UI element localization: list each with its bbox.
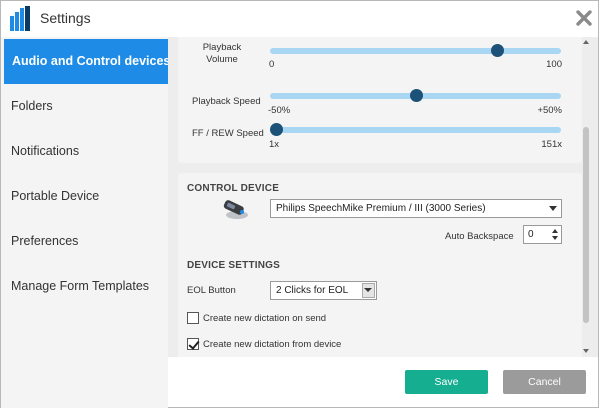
eol-button-value: 2 Clicks for EOL [276,285,349,296]
sidebar-item-portable-device[interactable]: Portable Device [1,174,168,219]
slider-track [270,127,561,133]
close-icon[interactable] [575,9,593,27]
content-scrollbar[interactable] [581,37,592,357]
audio-settings-panel: Playback Volume 0 100 Playback Speed -50… [178,37,582,163]
sidebar-item-preferences[interactable]: Preferences [1,219,168,264]
settings-content: Playback Volume 0 100 Playback Speed -50… [168,37,598,357]
playback-volume-label: Playback Volume [202,42,242,65]
ff-rew-speed-min: 1x [269,139,280,150]
scroll-up-icon[interactable] [583,40,589,44]
control-device-value: Philips SpeechMike Premium / III (3000 S… [276,203,486,214]
stepper-down-icon[interactable] [552,236,558,240]
device-settings-section-title: DEVICE SETTINGS [187,260,281,271]
sidebar-item-label: Preferences [11,234,79,248]
slider-thumb[interactable] [409,89,423,102]
chevron-down-icon [549,206,557,211]
playback-volume-min: 0 [269,59,275,70]
control-device-panel: CONTROL DEVICE Philips SpeechMike Premiu… [178,173,582,357]
slider-track [270,48,561,54]
app-logo-icon [10,6,30,31]
playback-speed-label: Playback Speed [192,96,261,107]
create-on-send-label[interactable]: Create new dictation on send [203,313,326,324]
ff-rew-speed-max: 151x [541,139,562,150]
auto-backspace-stepper[interactable]: 0 [523,225,562,244]
dropdown-button[interactable] [362,283,375,298]
speechmike-icon [223,200,248,219]
auto-backspace-value: 0 [528,229,534,240]
playback-volume-slider[interactable] [270,44,561,58]
playback-speed-slider[interactable] [270,89,561,103]
sidebar-item-folders[interactable]: Folders [1,84,168,129]
control-device-select[interactable]: Philips SpeechMike Premium / III (3000 S… [270,199,562,218]
sidebar-item-audio-and-control-devices[interactable]: Audio and Control devices [4,39,172,84]
title-bar: Settings [1,1,598,37]
sidebar-item-notifications[interactable]: Notifications [1,129,168,174]
cancel-button[interactable]: Cancel [503,370,586,394]
slider-thumb[interactable] [269,123,283,136]
sidebar-item-label: Audio and Control devices [12,54,171,68]
ff-rew-speed-slider[interactable] [269,123,561,137]
eol-button-select[interactable]: 2 Clicks for EOL [270,281,377,300]
playback-speed-max: +50% [537,105,562,116]
save-button[interactable]: Save [405,370,488,394]
settings-window: Settings Audio and Control devices Folde… [0,0,599,408]
chevron-down-icon [364,288,372,292]
playback-volume-max: 100 [546,59,562,70]
create-from-device-checkbox[interactable] [187,338,199,350]
sidebar-item-label: Manage Form Templates [11,279,150,293]
control-device-section-title: CONTROL DEVICE [187,183,280,194]
sidebar-item-manage-form-templates[interactable]: Manage Form Templates [1,264,168,309]
scroll-thumb[interactable] [583,127,589,323]
eol-button-label: EOL Button [187,285,236,296]
sidebar-item-label: Folders [11,99,53,113]
window-title: Settings [40,10,91,26]
scroll-down-icon[interactable] [583,349,589,353]
sidebar-item-label: Notifications [11,144,80,158]
playback-speed-min: -50% [268,105,291,116]
ff-rew-speed-label: FF / REW Speed [192,128,264,139]
sidebar-item-label: Portable Device [11,189,100,203]
auto-backspace-label: Auto Backspace [445,231,514,242]
sidebar: Audio and Control devices Folders Notifi… [1,37,172,408]
stepper-up-icon[interactable] [552,229,558,233]
create-on-send-checkbox[interactable] [187,312,199,324]
slider-thumb[interactable] [490,44,504,57]
create-from-device-label[interactable]: Create new dictation from device [203,339,341,350]
